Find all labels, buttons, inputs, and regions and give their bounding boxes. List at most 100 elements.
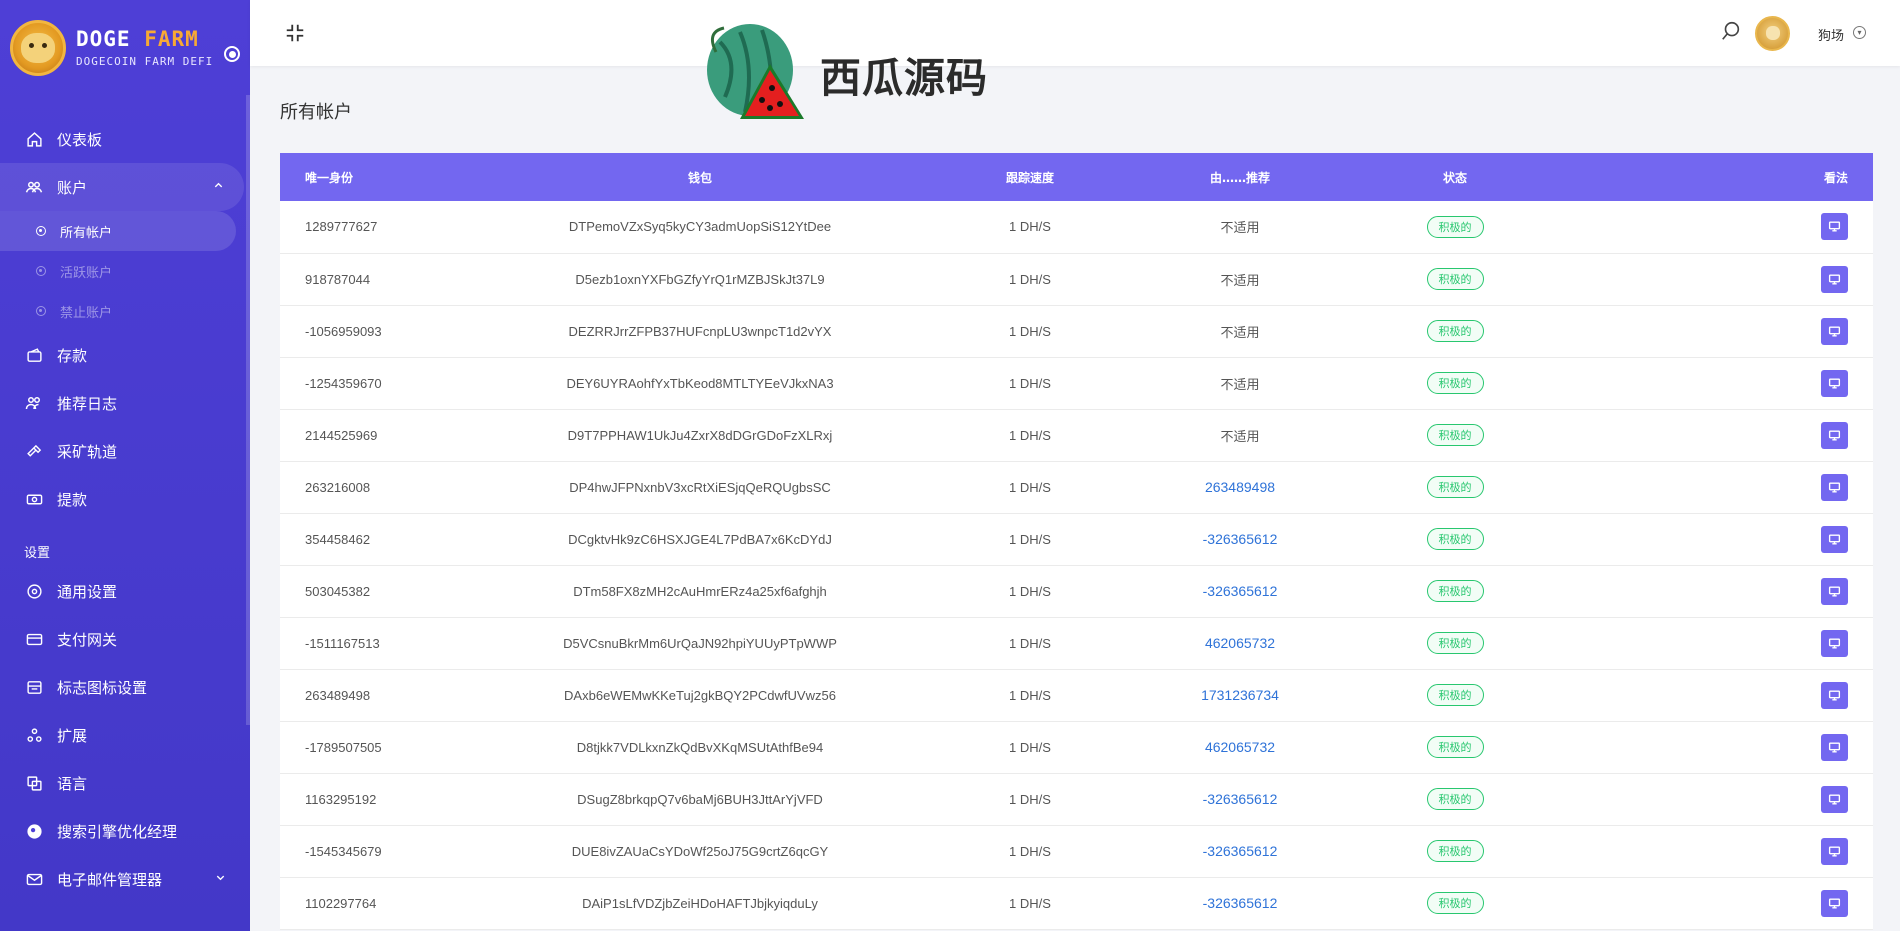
hammer-icon bbox=[24, 441, 44, 461]
cell-status: 积极的 bbox=[1340, 357, 1570, 409]
avatar[interactable] bbox=[1755, 16, 1790, 51]
view-button[interactable] bbox=[1821, 317, 1848, 345]
chevron-down-icon bbox=[215, 872, 226, 886]
sidebar-item-general-settings[interactable]: 通用设置 bbox=[0, 567, 246, 615]
cell-referrer-link[interactable]: -326365612 bbox=[1140, 825, 1340, 877]
sidebar-item-logo-icon-settings[interactable]: 标志图标设置 bbox=[0, 663, 246, 711]
cell-wallet: DSugZ8brkqpQ7v6baMj6BUH3JttArYjVFD bbox=[577, 791, 823, 807]
cell-referrer-link[interactable]: 1731236734 bbox=[1140, 669, 1340, 721]
wallet-icon bbox=[24, 345, 44, 365]
cell-id: 503045382 bbox=[305, 583, 371, 599]
cell-id: 263489498 bbox=[305, 687, 371, 703]
sidebar-item-extensions[interactable]: 扩展 bbox=[0, 711, 246, 759]
search-icon[interactable] bbox=[1720, 20, 1742, 42]
cell-referrer: 不适用 bbox=[1220, 428, 1260, 444]
table-row: -1254359670 DEY6UYRAohfYxTbKeod8MTLTYEeVJ… bbox=[280, 357, 1873, 409]
cell-status: 积极的 bbox=[1340, 461, 1570, 513]
monitor-icon bbox=[1828, 689, 1841, 701]
brand-title: DOGE FARM bbox=[76, 27, 199, 51]
sidebar-subitem-banned-accounts[interactable]: 禁止账户 bbox=[0, 291, 246, 331]
column-header-view[interactable]: 看法 bbox=[1570, 153, 1873, 201]
view-button[interactable] bbox=[1821, 473, 1848, 501]
view-button[interactable] bbox=[1821, 785, 1848, 813]
status-badge: 积极的 bbox=[1426, 788, 1484, 810]
status-badge: 积极的 bbox=[1426, 320, 1484, 342]
cell-status: 积极的 bbox=[1340, 305, 1570, 357]
status-badge: 积极的 bbox=[1426, 268, 1484, 290]
table-row: -1056959093 DEZRRJrrZFPB37HUFcnpLU3wnpcT1… bbox=[280, 305, 1873, 357]
sidebar-item-mining-track[interactable]: 采矿轨道 bbox=[0, 427, 246, 475]
cell-referrer-link[interactable]: 263489498 bbox=[1140, 461, 1340, 513]
sidebar-item-accounts[interactable]: 账户 bbox=[0, 163, 244, 211]
monitor-icon bbox=[1828, 741, 1841, 753]
sidebar-item-email-manager[interactable]: 电子邮件管理器 bbox=[0, 855, 246, 903]
sidebar-scrollbar[interactable] bbox=[246, 95, 250, 725]
view-button[interactable] bbox=[1821, 837, 1848, 865]
view-button[interactable] bbox=[1821, 889, 1848, 917]
cell-referrer-link[interactable]: -326365612 bbox=[1140, 513, 1340, 565]
view-button[interactable] bbox=[1821, 733, 1848, 761]
cell-status: 积极的 bbox=[1340, 513, 1570, 565]
cell-referrer: 不适用 bbox=[1220, 376, 1260, 392]
circle-dot-icon bbox=[36, 266, 46, 276]
monitor-icon bbox=[1828, 221, 1841, 232]
column-header-id[interactable]: 唯一身份 bbox=[280, 153, 480, 201]
brand[interactable]: DOGE FARM DOGECOIN FARM DEFI bbox=[0, 0, 250, 95]
cell-referrer-link[interactable]: -326365612 bbox=[1140, 877, 1340, 929]
cell-view bbox=[1570, 461, 1873, 513]
view-button[interactable] bbox=[1821, 577, 1848, 605]
collapse-fullscreen-icon[interactable] bbox=[284, 22, 306, 44]
view-button[interactable] bbox=[1821, 421, 1848, 449]
sidebar-item-seo-manager[interactable]: 搜索引擎优化经理 bbox=[0, 807, 246, 855]
cell-status: 积极的 bbox=[1340, 825, 1570, 877]
cell-referrer-link[interactable]: 462065732 bbox=[1140, 721, 1340, 773]
table-row: 503045382 DTm58FX8zMH2cAuHmrERz4a25xf6afg… bbox=[280, 565, 1873, 617]
view-button[interactable] bbox=[1821, 265, 1848, 293]
sidebar-item-withdrawals[interactable]: 提款 bbox=[0, 475, 246, 523]
column-header-speed[interactable]: 跟踪速度 bbox=[920, 153, 1140, 201]
user-name[interactable]: 狗场 bbox=[1818, 25, 1844, 44]
cell-speed: 1 DH/S bbox=[1009, 531, 1051, 547]
table-row: 263216008 DP4hwJFPNxnbV3xcRtXiESjqQeRQUgb… bbox=[280, 461, 1873, 513]
monitor-icon bbox=[1828, 481, 1841, 493]
sidebar-subitem-all-accounts[interactable]: 所有帐户 bbox=[0, 211, 236, 251]
status-badge: 积极的 bbox=[1426, 736, 1484, 758]
view-button[interactable] bbox=[1821, 525, 1848, 553]
cell-referrer: 不适用 bbox=[1220, 272, 1260, 288]
cell-referrer-link[interactable]: 462065732 bbox=[1140, 617, 1340, 669]
cell-view bbox=[1570, 409, 1873, 461]
watermark-text: 西瓜源码 bbox=[820, 54, 988, 102]
monitor-icon bbox=[1828, 533, 1841, 545]
cell-id: 354458462 bbox=[305, 531, 371, 547]
view-button[interactable] bbox=[1821, 629, 1848, 657]
cell-wallet: D5VCsnuBkrMm6UrQaJN92hpiYUUyPTpWWP bbox=[563, 635, 837, 651]
cell-speed: 1 DH/S bbox=[1009, 427, 1051, 443]
view-button[interactable] bbox=[1821, 213, 1848, 241]
status-badge: 积极的 bbox=[1426, 684, 1484, 706]
cell-status: 积极的 bbox=[1340, 565, 1570, 617]
cell-view bbox=[1570, 877, 1873, 929]
cell-referrer-link[interactable]: -326365612 bbox=[1140, 565, 1340, 617]
column-header-wallet[interactable]: 钱包 bbox=[480, 153, 920, 201]
table-row: 1102297764 DAiP1sLfVDZjbZeiHDoHAFTJbjkyiq… bbox=[280, 877, 1873, 929]
column-header-referred-by[interactable]: 由……推荐 bbox=[1140, 153, 1340, 201]
cell-view bbox=[1570, 201, 1873, 253]
column-header-status[interactable]: 状态 bbox=[1340, 153, 1570, 201]
sidebar-item-dashboard[interactable]: 仪表板 bbox=[0, 115, 246, 163]
sidebar-item-deposits[interactable]: 存款 bbox=[0, 331, 246, 379]
sidebar-toggle-icon[interactable] bbox=[224, 46, 240, 62]
chevron-down-icon[interactable]: ▾ bbox=[1853, 26, 1866, 39]
cell-speed: 1 DH/S bbox=[1009, 271, 1051, 287]
cell-view bbox=[1570, 565, 1873, 617]
cell-referrer-link[interactable]: -326365612 bbox=[1140, 773, 1340, 825]
cell-id: -1511167513 bbox=[305, 635, 380, 651]
status-badge: 积极的 bbox=[1426, 528, 1484, 550]
sidebar-subitem-active-accounts[interactable]: 活跃账户 bbox=[0, 251, 246, 291]
sidebar-nav: 仪表板 账户 所有帐户 活跃账户 禁止账户 存款 推荐日志 采矿轨道 提款 设置… bbox=[0, 115, 246, 903]
table-row: -1789507505 D8tjkk7VDLkxnZkQdBvXKqMSUtAth… bbox=[280, 721, 1873, 773]
sidebar-item-referral-log[interactable]: 推荐日志 bbox=[0, 379, 246, 427]
view-button[interactable] bbox=[1821, 681, 1848, 709]
view-button[interactable] bbox=[1821, 369, 1848, 397]
sidebar-item-payment-gateways[interactable]: 支付网关 bbox=[0, 615, 246, 663]
sidebar-item-language[interactable]: 语言 bbox=[0, 759, 246, 807]
